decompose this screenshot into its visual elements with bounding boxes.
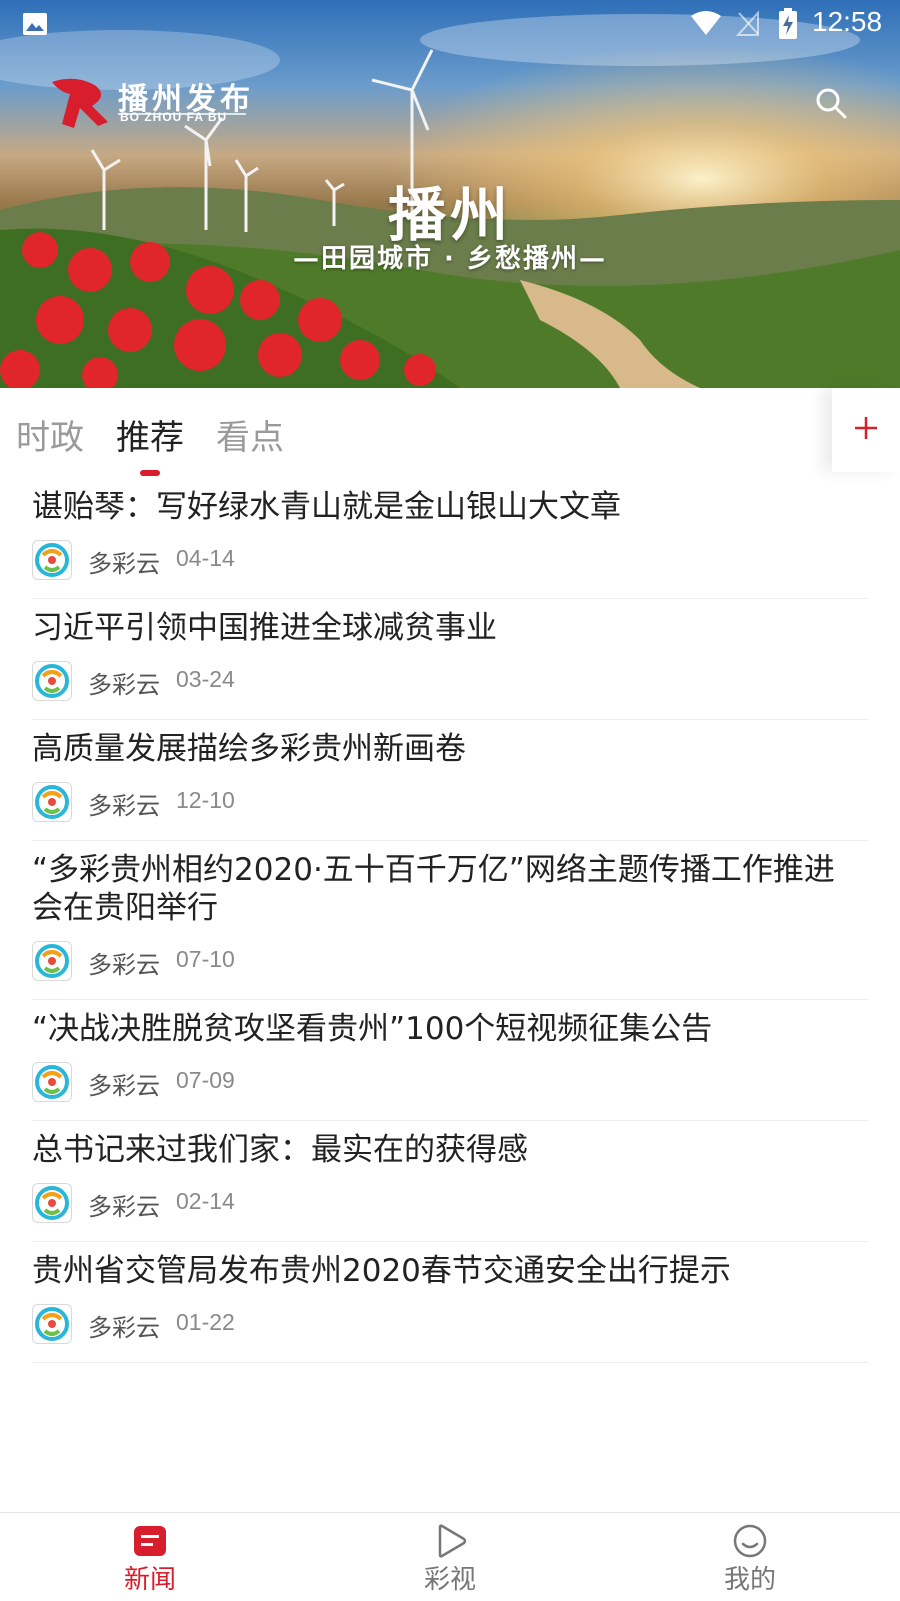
news-date: 07-09: [176, 1067, 235, 1093]
news-date: 07-10: [176, 946, 235, 972]
source-logo-icon: [32, 1183, 72, 1223]
source-logo-icon: [32, 540, 72, 580]
nav-news-label: 新闻: [123, 1565, 176, 1595]
nav-mine-label: 我的: [723, 1565, 776, 1595]
news-title: 谌贻琴：写好绿水青山就是金山银山大文章: [32, 489, 621, 525]
status-bar: 12:58: [0, 0, 900, 48]
news-date: 04-14: [176, 545, 235, 571]
channel-tabs: 时政 推荐 看点: [0, 388, 900, 478]
source-logo-icon: [32, 782, 72, 822]
news-date: 01-22: [176, 1309, 235, 1335]
news-meta: 多彩云 04-14: [32, 540, 868, 580]
news-item[interactable]: 总书记来过我们家：最实在的获得感多彩云 02-14: [32, 1121, 868, 1242]
nav-mine[interactable]: 我的: [690, 1513, 810, 1601]
news-title: 总书记来过我们家：最实在的获得感: [32, 1132, 528, 1168]
source-name: 多彩云: [88, 792, 160, 820]
news-meta: 多彩云 03-24: [32, 661, 868, 701]
source-name: 多彩云: [88, 671, 160, 699]
news-title: “多彩贵州相约2020·五十百千万亿”网络主题传播工作推进会在贵阳举行: [32, 852, 835, 926]
no-sim-icon: [736, 10, 759, 36]
nav-news[interactable]: 新闻: [90, 1513, 210, 1601]
tab-kandian[interactable]: 看点: [216, 410, 284, 459]
tab-shizheng[interactable]: 时政: [16, 410, 84, 459]
news-list: 谌贻琴：写好绿水青山就是金山银山大文章多彩云 04-14 习近平引领中国推进全球减贫…: [0, 478, 900, 1363]
source-logo-icon: [32, 1062, 72, 1102]
news-item[interactable]: 贵州省交管局发布贵州2020春节交通安全出行提示多彩云 01-22: [32, 1242, 868, 1363]
plus-icon: [855, 417, 877, 439]
play-icon: [438, 1524, 467, 1558]
source-name: 多彩云: [88, 951, 160, 979]
brand-subtitle: BO ZHOU FA BU: [120, 110, 228, 124]
news-title: “决战决胜脱贫攻坚看贵州”100个短视频征集公告: [32, 1011, 713, 1047]
nav-video-label: 彩视: [423, 1565, 476, 1595]
news-item[interactable]: “决战决胜脱贫攻坚看贵州”100个短视频征集公告多彩云 07-09: [32, 1000, 868, 1121]
gallery-icon: [23, 13, 47, 35]
news-meta: 多彩云 02-14: [32, 1183, 868, 1223]
source-logo-icon: [32, 1304, 72, 1344]
source-logo-icon: [32, 661, 72, 701]
battery-charging-icon: [779, 8, 797, 39]
bottom-nav: 新闻 彩视 我的: [0, 1512, 900, 1601]
news-item[interactable]: “多彩贵州相约2020·五十百千万亿”网络主题传播工作推进会在贵阳举行多彩云 07…: [32, 841, 868, 1000]
banner-slogan: —田园城市 · 乡愁播州—: [293, 244, 607, 274]
news-date: 12-10: [176, 787, 235, 813]
wifi-icon: [691, 11, 721, 35]
tab-tuijian[interactable]: 推荐: [116, 410, 184, 459]
news-meta: 多彩云 01-22: [32, 1304, 868, 1344]
active-tab-indicator: [140, 470, 160, 476]
news-item[interactable]: 习近平引领中国推进全球减贫事业多彩云 03-24: [32, 599, 868, 720]
news-meta: 多彩云 12-10: [32, 782, 868, 822]
news-date: 03-24: [176, 666, 235, 692]
news-date: 02-14: [176, 1188, 235, 1214]
source-name: 多彩云: [88, 1314, 160, 1342]
news-title: 贵州省交管局发布贵州2020春节交通安全出行提示: [32, 1253, 731, 1289]
news-item[interactable]: 谌贻琴：写好绿水青山就是金山银山大文章多彩云 04-14: [32, 478, 868, 599]
smile-icon: [733, 1524, 767, 1558]
source-name: 多彩云: [88, 1193, 160, 1221]
nav-video[interactable]: 彩视: [390, 1513, 510, 1601]
source-name: 多彩云: [88, 1072, 160, 1100]
news-title: 习近平引领中国推进全球减贫事业: [32, 610, 497, 646]
news-meta: 多彩云 07-10: [32, 941, 868, 981]
news-title: 高质量发展描绘多彩贵州新画卷: [32, 731, 466, 767]
source-logo-icon: [32, 941, 72, 981]
news-meta: 多彩云 07-09: [32, 1062, 868, 1102]
source-name: 多彩云: [88, 550, 160, 578]
header-banner: 12:58 播州发布 BO ZHOU FA BU 播州 —田园城市 · 乡愁播州…: [0, 0, 900, 388]
status-time: 12:58: [812, 6, 883, 37]
add-channel-button[interactable]: [832, 388, 900, 472]
search-icon[interactable]: [814, 86, 848, 120]
news-icon: [134, 1526, 166, 1556]
news-item[interactable]: 高质量发展描绘多彩贵州新画卷多彩云 12-10: [32, 720, 868, 841]
